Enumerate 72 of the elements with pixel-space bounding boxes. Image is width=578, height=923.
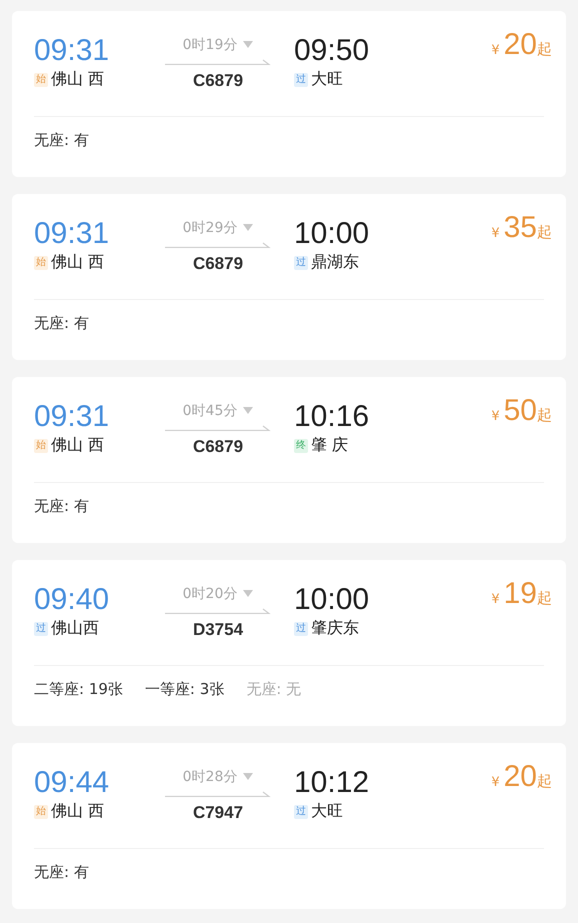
currency-sign: ¥ [491,226,500,241]
station-tag: 过 [294,256,308,270]
duration: 0时29分 [182,219,238,237]
price: 19 [504,577,537,611]
seat-availability: 无座: 有 [34,131,89,150]
arrival-station: 大旺 [311,69,343,90]
station-tag: 终 [294,438,308,452]
station-tag: 过 [294,804,308,818]
seat-availability: 无座: 有 [34,863,89,882]
train-card[interactable]: 09:31 始 佛山 西 0时29分 C6879 10:00 过 鼎湖东 ¥35起 无座: 有 [12,194,566,360]
arrival-station: 肇庆东 [311,618,359,639]
departure-station: 佛山 西 [51,252,104,273]
arrival-station: 大旺 [311,801,343,822]
station-tag: 始 [34,804,48,818]
arrival-time: 10:16 [294,400,370,434]
duration: 0时45分 [182,402,238,420]
train-number: C6879 [192,254,244,274]
train-card[interactable]: 09:40 过 佛山西 0时20分 D3754 10:00 过 肇庆东 ¥19起 二等座: 19张 一等座: 3张 无座: 无 [12,560,566,726]
station-tag: 始 [34,256,48,270]
price: 20 [504,760,537,794]
seat-availability: 二等座: 19张 [34,680,123,699]
price-suffix: 起 [537,223,552,242]
duration: 0时28分 [182,768,238,786]
departure-time: 09:40 [34,583,110,617]
departure-station: 佛山 西 [51,69,104,90]
duration: 0时20分 [182,585,238,603]
dropdown-icon[interactable] [243,773,254,781]
currency-sign: ¥ [491,775,500,790]
train-card[interactable]: 09:31 始 佛山 西 0时45分 C6879 10:16 终 肇 庆 ¥50起 无座: 有 [12,377,566,543]
departure-station: 佛山西 [51,618,99,639]
price: 50 [504,394,537,428]
currency-sign: ¥ [491,409,500,424]
currency-sign: ¥ [491,43,500,58]
price-suffix: 起 [537,40,552,59]
arrival-time: 10:12 [294,766,370,800]
station-tag: 过 [294,72,308,86]
seat-availability: 一等座: 3张 [144,680,224,699]
arrival-station: 肇 庆 [311,435,348,456]
station-tag: 始 [34,438,48,452]
arrival-time: 10:00 [294,583,370,617]
train-card[interactable]: 09:31 始 佛山 西 0时19分 C6879 09:50 过 大旺 ¥20起 无座: 有 [12,11,566,177]
dropdown-icon[interactable] [243,41,254,49]
departure-time: 09:31 [34,217,110,251]
train-number: C6879 [192,71,244,91]
currency-sign: ¥ [491,592,500,607]
departure-time: 09:44 [34,766,110,800]
station-tag: 过 [294,622,308,636]
price-suffix: 起 [537,406,552,425]
arrival-time: 09:50 [294,34,370,68]
departure-station: 佛山 西 [51,801,104,822]
dropdown-icon[interactable] [243,224,254,232]
train-card[interactable]: 09:44 始 佛山 西 0时28分 C7947 10:12 过 大旺 ¥20起 无座: 有 [12,743,566,909]
station-tag: 始 [34,72,48,86]
arrival-station: 鼎湖东 [311,252,359,273]
station-tag: 过 [34,622,48,636]
dropdown-icon[interactable] [243,590,254,598]
seat-availability: 无座: 有 [34,314,89,333]
price: 20 [504,28,537,62]
train-number: D3754 [192,620,244,640]
price: 35 [504,211,537,245]
departure-station: 佛山 西 [51,435,104,456]
price-suffix: 起 [537,589,552,608]
dropdown-icon[interactable] [243,407,254,415]
arrival-time: 10:00 [294,217,370,251]
departure-time: 09:31 [34,400,110,434]
departure-time: 09:31 [34,34,110,68]
seat-availability: 无座: 有 [34,497,89,516]
train-number: C7947 [192,803,244,823]
duration: 0时19分 [182,36,238,54]
price-suffix: 起 [537,772,552,791]
train-number: C6879 [192,437,244,457]
seat-availability: 无座: 无 [246,680,302,699]
